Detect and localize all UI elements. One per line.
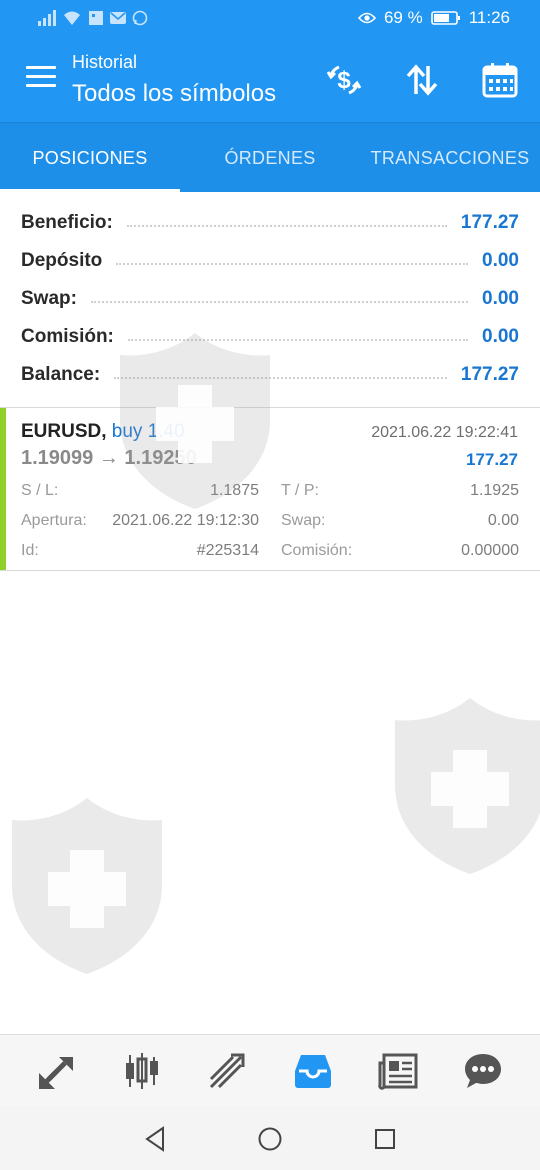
- buy-indicator-bar: [0, 408, 6, 570]
- detail-row: Id: #225314 Comisión: 0.00000: [21, 542, 519, 572]
- sort-icon[interactable]: [402, 60, 442, 100]
- chat-icon[interactable]: [456, 1044, 510, 1098]
- summary-label: Balance:: [21, 364, 109, 386]
- summary-label: Swap:: [21, 288, 85, 310]
- summary-row-beneficio: Beneficio: 177.27: [0, 204, 540, 242]
- status-right: 69 % 11:26: [357, 8, 510, 28]
- history-icon[interactable]: [286, 1044, 340, 1098]
- position-profit: 177.27: [466, 450, 518, 469]
- app-bar-actions: $: [324, 60, 520, 100]
- quotes-icon[interactable]: [30, 1044, 84, 1098]
- summary-value: 177.27: [452, 212, 519, 234]
- signal-icon: [38, 10, 56, 26]
- dotted-leader: [116, 263, 469, 265]
- home-icon[interactable]: [255, 1124, 285, 1154]
- detail-row: S / L: 1.1875 T / P: 1.1925: [21, 482, 519, 512]
- tab-bar: POSICIONES ÓRDENES TRANSACCIONES: [0, 122, 540, 193]
- detail-value: 0.00000: [461, 542, 519, 559]
- summary-value: 0.00: [474, 250, 519, 272]
- detail-label: Comisión:: [281, 542, 353, 559]
- detail-label: Apertura:: [21, 512, 87, 529]
- detail-value: 0.00: [487, 512, 519, 529]
- summary-row-swap: Swap: 0.00: [0, 280, 540, 318]
- summary-row-comision: Comisión: 0.00: [0, 318, 540, 356]
- trade-icon[interactable]: [200, 1044, 254, 1098]
- image-icon: [89, 11, 103, 25]
- position-symbol-line: EURUSD, buy 1.40: [21, 421, 185, 443]
- battery-icon: [430, 11, 460, 25]
- detail-value: 1.1925: [470, 482, 519, 499]
- position-prices: 1.19099 → 1.19250: [21, 447, 197, 469]
- position-side-volume: buy 1.40: [111, 421, 185, 442]
- detail-label: T / P:: [281, 482, 319, 499]
- mail-icon: [110, 12, 126, 24]
- position-time: 2021.06.22 19:22:41: [371, 424, 518, 441]
- clock: 11:26: [468, 8, 510, 27]
- position-item[interactable]: EURUSD, buy 1.40 2021.06.22 19:22:41 1.1…: [0, 408, 540, 570]
- app-bar-subtitle: Historial: [72, 52, 138, 72]
- currency-exchange-icon[interactable]: $: [324, 60, 364, 100]
- eye-icon: [357, 12, 376, 24]
- detail-row: Apertura: 2021.06.22 19:12:30 Swap: 0.00: [21, 512, 519, 542]
- watermark-shield-icon: [12, 798, 162, 974]
- summary-label: Comisión:: [21, 326, 122, 348]
- dotted-leader: [114, 377, 447, 379]
- app-bar-title[interactable]: Todos los símbolos: [72, 80, 276, 108]
- app-bar: Historial Todos los símbolos $: [0, 38, 540, 122]
- summary-value: 177.27: [452, 364, 519, 386]
- status-bar: 69 % 11:26: [0, 0, 540, 38]
- dotted-leader: [127, 339, 469, 341]
- watermark-shield-icon: [395, 698, 540, 874]
- bottom-navigation: [0, 1034, 540, 1106]
- system-navigation: [0, 1106, 540, 1170]
- calendar-icon[interactable]: [480, 60, 520, 100]
- status-left-icons: [38, 10, 148, 26]
- summary-value: 0.00: [474, 326, 519, 348]
- recents-icon[interactable]: [370, 1124, 400, 1154]
- detail-label: Id:: [21, 542, 39, 559]
- position-details: S / L: 1.1875 T / P: 1.1925 Apertura: 20…: [21, 482, 519, 572]
- summary-label: Beneficio:: [21, 212, 121, 234]
- position-symbol: EURUSD,: [21, 421, 107, 442]
- detail-label: S / L:: [21, 482, 59, 499]
- detail-value: 2021.06.22 19:12:30: [112, 512, 259, 529]
- detail-value: #225314: [196, 542, 259, 559]
- summary-row-deposito: Depósito 0.00: [0, 242, 540, 280]
- tab-ordenes[interactable]: ÓRDENES: [180, 123, 360, 193]
- summary-value: 0.00: [474, 288, 519, 310]
- tab-posiciones[interactable]: POSICIONES: [0, 123, 180, 193]
- menu-icon[interactable]: [26, 66, 56, 90]
- summary-panel: Beneficio: 177.27 Depósito 0.00 Swap: 0.…: [0, 204, 540, 394]
- divider: [0, 570, 540, 571]
- news-icon[interactable]: [371, 1044, 425, 1098]
- chart-icon[interactable]: [115, 1044, 169, 1098]
- summary-row-balance: Balance: 177.27: [0, 356, 540, 394]
- tab-transacciones[interactable]: TRANSACCIONES: [360, 123, 540, 193]
- detail-label: Swap:: [281, 512, 326, 529]
- battery-percent: 69 %: [383, 8, 423, 27]
- dotted-leader: [90, 301, 469, 303]
- whatsapp-icon: [132, 10, 148, 26]
- dotted-leader: [126, 225, 447, 227]
- summary-label: Depósito: [21, 250, 111, 272]
- back-icon[interactable]: [140, 1124, 170, 1154]
- wifi-icon: [64, 11, 80, 25]
- detail-value: 1.1875: [210, 482, 259, 499]
- svg-text:$: $: [337, 67, 351, 94]
